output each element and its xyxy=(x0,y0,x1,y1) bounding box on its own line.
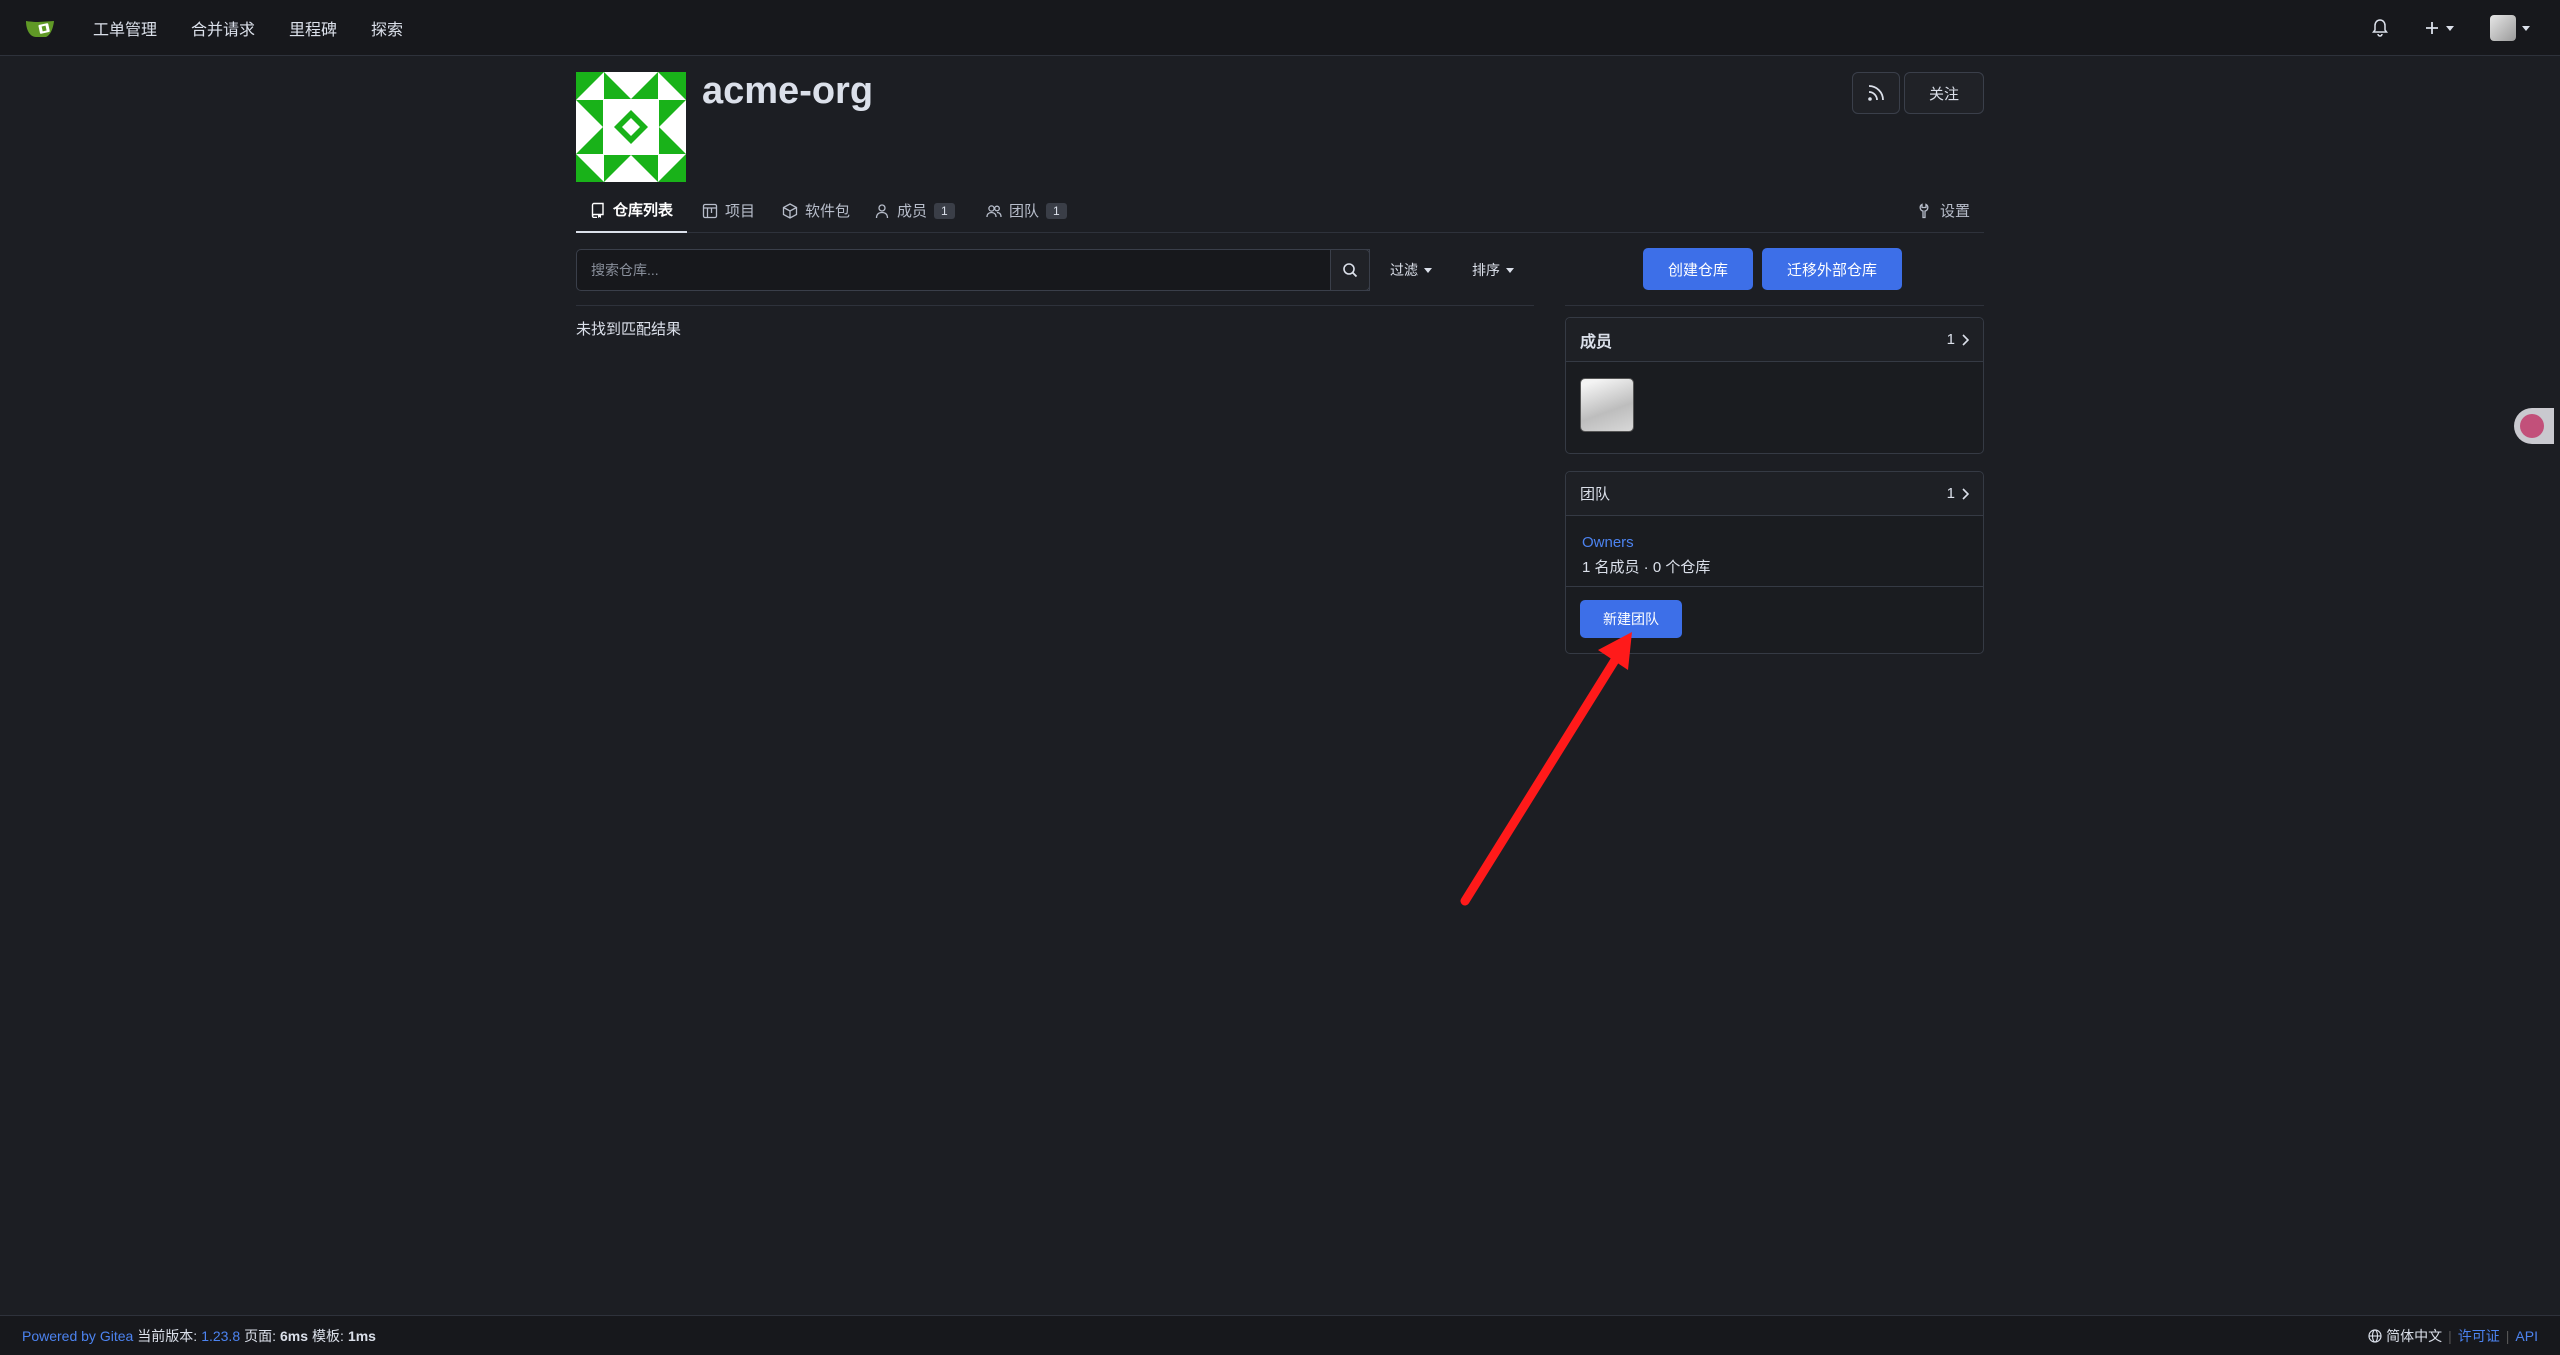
tab-label: 软件包 xyxy=(805,203,851,220)
teams-card-title: 团队 xyxy=(1580,486,1611,503)
chevron-right-icon xyxy=(1962,487,1969,500)
search-icon xyxy=(1343,263,1358,278)
create-repo-button[interactable]: 创建仓库 xyxy=(1643,248,1753,290)
template-time: 1ms xyxy=(347,1327,376,1344)
org-tabs: 仓库列表 项目 软件包 成员 1 团队 1 设置 xyxy=(576,188,1984,233)
tab-packages[interactable]: 软件包 xyxy=(768,188,864,233)
divider xyxy=(1565,305,1984,306)
nav-milestones[interactable]: 里程碑 xyxy=(272,16,354,40)
user-menu-dropdown[interactable] xyxy=(2476,0,2544,56)
divider xyxy=(1566,586,1983,587)
filter-label: 过滤 xyxy=(1390,262,1418,278)
globe-icon xyxy=(2368,1328,2382,1343)
tab-label: 团队 xyxy=(1009,203,1040,220)
sort-dropdown[interactable]: 排序 xyxy=(1472,249,1514,291)
tools-icon xyxy=(1919,202,1929,218)
org-name: acme-org xyxy=(702,70,874,112)
translate-icon xyxy=(2520,414,2544,438)
tab-repositories[interactable]: 仓库列表 xyxy=(576,188,688,233)
team-meta: 1 名成员 · 0 个仓库 xyxy=(1582,559,1711,576)
chevron-right-icon xyxy=(1962,333,1969,346)
teams-count-badge: 1 xyxy=(1046,202,1067,219)
members-count-badge: 1 xyxy=(934,202,955,219)
tab-projects[interactable]: 项目 xyxy=(688,188,769,233)
create-new-dropdown[interactable] xyxy=(2410,0,2468,56)
separator: | xyxy=(2448,1327,2452,1344)
teams-count: 1 xyxy=(1946,485,1955,502)
template-label: 模板: xyxy=(312,1327,344,1344)
nav-right xyxy=(2358,0,2544,56)
footer-right: 简体中文 | 许可证 | API xyxy=(2368,1326,2538,1346)
version-link[interactable]: 1.23.8 xyxy=(201,1328,240,1344)
separator: | xyxy=(2505,1327,2510,1344)
rss-icon xyxy=(1868,85,1884,101)
notifications-button[interactable] xyxy=(2358,0,2402,56)
nav-explore[interactable]: 探索 xyxy=(354,16,420,40)
tab-label: 成员 xyxy=(897,203,928,220)
chevron-down-icon xyxy=(2446,25,2454,31)
license-link[interactable]: 许可证 xyxy=(2458,1326,2500,1346)
tab-label: 仓库列表 xyxy=(613,202,674,219)
new-team-button[interactable]: 新建团队 xyxy=(1580,600,1682,638)
translate-widget[interactable] xyxy=(2514,408,2554,444)
person-icon xyxy=(875,203,889,218)
teams-card: 团队 1 Owners 1 名成员 · 0 个仓库 新建团队 xyxy=(1565,471,1984,654)
footer-left: Powered by Gitea 当前版本: 1.23.8 页面: 6ms 模板… xyxy=(22,1326,376,1346)
filter-dropdown[interactable]: 过滤 xyxy=(1390,249,1432,291)
tab-teams[interactable]: 团队 1 xyxy=(972,188,1081,233)
rss-feed-button[interactable] xyxy=(1852,72,1900,114)
project-icon xyxy=(702,203,718,218)
member-avatar[interactable] xyxy=(1580,378,1634,432)
search-button[interactable] xyxy=(1330,249,1370,291)
gitea-logo-icon[interactable] xyxy=(24,14,58,42)
page-time: 6ms xyxy=(280,1327,309,1344)
chevron-down-icon xyxy=(1506,267,1514,273)
repo-search-input[interactable] xyxy=(577,250,1369,290)
chevron-down-icon xyxy=(1424,267,1432,273)
empty-result-message: 未找到匹配结果 xyxy=(576,321,682,338)
people-icon xyxy=(986,204,1002,217)
members-count: 1 xyxy=(1946,331,1955,348)
nav-issues[interactable]: 工单管理 xyxy=(76,16,174,40)
members-count-link[interactable]: 1 xyxy=(1947,331,1969,348)
repo-search-field[interactable] xyxy=(576,249,1370,291)
language-label: 简体中文 xyxy=(2386,1327,2443,1344)
tab-label: 设置 xyxy=(1939,203,1970,220)
tab-settings[interactable]: 设置 xyxy=(1903,188,1984,233)
members-card: 成员 1 xyxy=(1565,317,1984,454)
plus-icon xyxy=(2426,22,2438,34)
tab-label: 项目 xyxy=(725,203,756,220)
api-link[interactable]: API xyxy=(2515,1328,2538,1344)
footer: Powered by Gitea 当前版本: 1.23.8 页面: 6ms 模板… xyxy=(0,1315,2560,1355)
migrate-repo-button[interactable]: 迁移外部仓库 xyxy=(1762,248,1902,290)
divider xyxy=(576,305,1534,306)
user-avatar xyxy=(2490,15,2516,41)
package-icon xyxy=(782,202,798,219)
main-nav: 工单管理 合并请求 里程碑 探索 xyxy=(76,0,420,56)
page-label: 页面: xyxy=(244,1327,277,1344)
nav-pull-requests[interactable]: 合并请求 xyxy=(174,16,272,40)
repo-icon xyxy=(591,202,604,218)
teams-card-header: 团队 1 xyxy=(1566,472,1983,516)
version-label: 当前版本: xyxy=(137,1327,198,1344)
follow-button[interactable]: 关注 xyxy=(1904,72,1984,114)
members-card-header: 成员 1 xyxy=(1566,318,1983,362)
sort-label: 排序 xyxy=(1472,262,1500,278)
language-selector[interactable]: 简体中文 xyxy=(2368,1326,2442,1346)
teams-count-link[interactable]: 1 xyxy=(1947,485,1969,502)
top-navbar: 工单管理 合并请求 里程碑 探索 xyxy=(0,0,2560,56)
chevron-down-icon xyxy=(2522,25,2530,31)
bell-icon xyxy=(2372,19,2388,37)
members-card-title: 成员 xyxy=(1580,333,1613,351)
tab-members[interactable]: 成员 1 xyxy=(860,188,969,233)
powered-by-link[interactable]: Powered by Gitea xyxy=(22,1328,133,1344)
team-owners-link[interactable]: Owners xyxy=(1582,534,1634,551)
org-avatar xyxy=(576,72,686,182)
